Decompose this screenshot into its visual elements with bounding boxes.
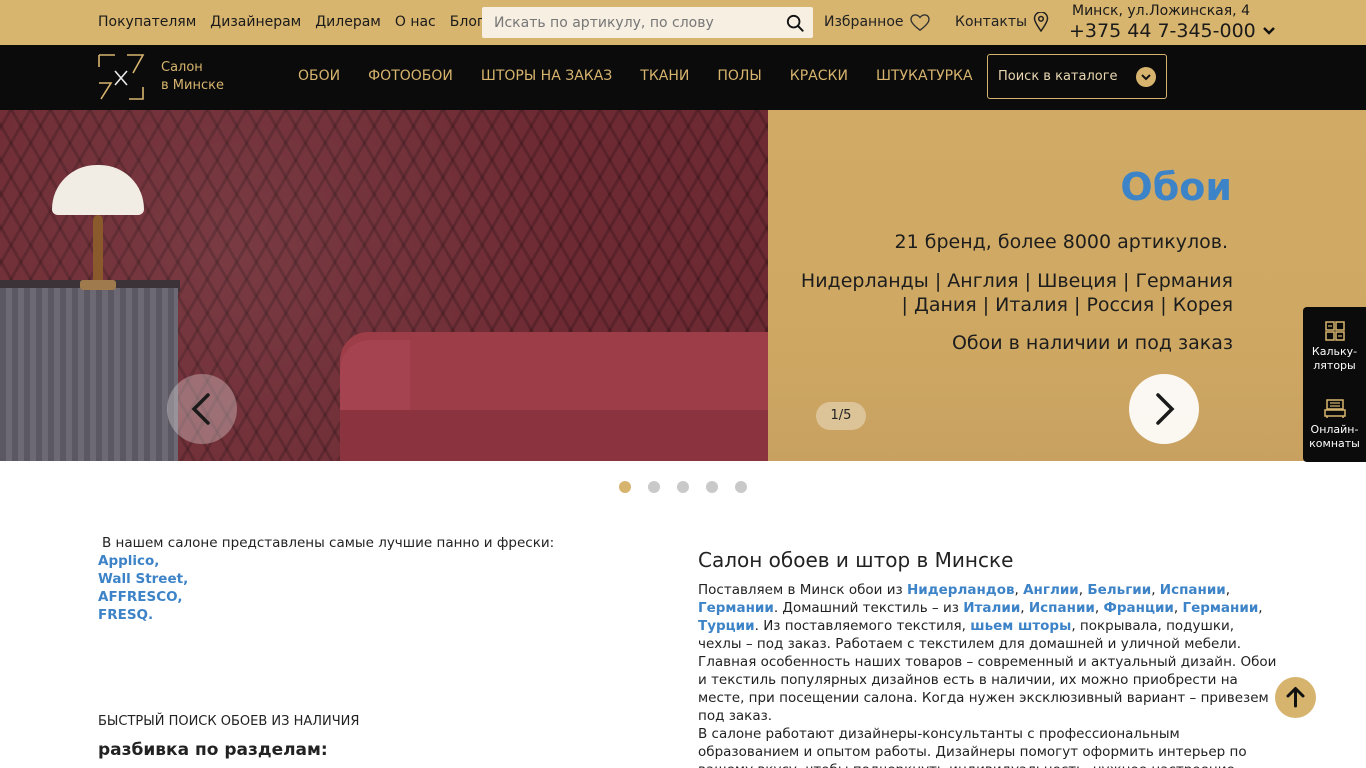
brand-link-wall-street[interactable]: Wall Street, xyxy=(98,570,554,588)
slider-dot-5[interactable] xyxy=(735,481,747,493)
phone-dropdown[interactable]: +375 44 7-345-000 xyxy=(1069,20,1276,42)
favorites-link[interactable]: Избранное xyxy=(824,12,931,32)
arrow-up-icon xyxy=(1286,687,1305,708)
textile-link-turkey[interactable]: Турции xyxy=(698,618,755,634)
salon-line-1: Салон xyxy=(161,60,203,75)
main-nav: ОБОИ ФОТООБОИ ШТОРЫ НА ЗАКАЗ ТКАНИ ПОЛЫ … xyxy=(298,68,973,84)
top-bar: Покупателям Дизайнерам Дилерам О нас Бло… xyxy=(0,0,1366,45)
country-link-netherlands[interactable]: Нидерландов xyxy=(907,582,1015,598)
brand-link-applico[interactable]: Applico, xyxy=(98,552,554,570)
textile-link-france[interactable]: Франции xyxy=(1103,600,1173,616)
top-link-buyers[interactable]: Покупателям xyxy=(98,14,196,30)
nav-item-photo-wallpaper[interactable]: ФОТООБОИ xyxy=(368,68,453,84)
nav-item-paints[interactable]: КРАСКИ xyxy=(790,68,848,84)
search-icon[interactable] xyxy=(786,14,804,32)
address-text: Минск, ул.Ложинская, 4 xyxy=(1072,3,1250,19)
lamp-base xyxy=(80,280,116,290)
slider-dots xyxy=(619,481,747,493)
slide-counter: 1/5 xyxy=(816,402,866,430)
hero-title: Обои xyxy=(1120,165,1232,209)
heart-icon xyxy=(909,14,930,32)
top-link-blog[interactable]: Блог xyxy=(450,14,484,30)
nav-item-wallpaper[interactable]: ОБОИ xyxy=(298,68,340,84)
catalog-dropdown-button[interactable] xyxy=(1136,67,1156,87)
calculators-label-1: Кальку- xyxy=(1311,345,1358,358)
hero-brands-text: 21 бренд, более 8000 артикулов. xyxy=(894,231,1228,253)
cabinet xyxy=(0,288,178,461)
top-link-about[interactable]: О нас xyxy=(395,14,436,30)
slider-dot-2[interactable] xyxy=(648,481,660,493)
lamp-shade xyxy=(52,165,144,215)
top-link-designers[interactable]: Дизайнерам xyxy=(210,14,301,30)
article-p3: В салоне работают дизайнеры-консультанты… xyxy=(698,726,1247,768)
article-p1-sew-pre: . Из поставляемого текстиля, xyxy=(754,618,971,634)
logo-icon[interactable] xyxy=(97,53,145,101)
panels-intro: В нашем салоне представлены самые лучшие… xyxy=(98,534,554,624)
article-title: Салон обоев и штор в Минске xyxy=(698,548,1014,572)
country-link-england[interactable]: Англии xyxy=(1023,582,1079,598)
catalog-search-dropdown[interactable]: Поиск в каталоге xyxy=(987,54,1167,99)
nav-item-floors[interactable]: ПОЛЫ xyxy=(717,68,761,84)
panels-intro-text: В нашем салоне представлены самые лучшие… xyxy=(102,535,555,551)
country-link-germany[interactable]: Германии xyxy=(698,600,774,616)
lamp-stem xyxy=(93,215,103,285)
chevron-down-icon xyxy=(1141,74,1151,81)
quick-search-heading: БЫСТРЫЙ ПОИСК ОБОЕВ ИЗ НАЛИЧИЯ xyxy=(98,714,360,729)
sofa-seat xyxy=(340,410,768,461)
search-input[interactable] xyxy=(482,7,772,38)
country-link-belgium[interactable]: Бельгии xyxy=(1087,582,1151,598)
top-links: Покупателям Дизайнерам Дилерам О нас Бло… xyxy=(98,14,484,30)
back-to-top-button[interactable] xyxy=(1275,677,1316,718)
catalog-search-label: Поиск в каталоге xyxy=(998,69,1118,84)
chevron-left-icon xyxy=(191,393,210,425)
hero-countries-text: Нидерланды | Англия | Швеция | Германия … xyxy=(800,270,1233,316)
salon-caption: Салон в Минске xyxy=(161,59,224,95)
online-rooms-button[interactable]: Онлайн- комнаты xyxy=(1303,399,1366,451)
sections-subtitle: разбивка по разделам: xyxy=(98,740,328,760)
textile-link-spain[interactable]: Испании xyxy=(1029,600,1095,616)
article-p1-start: Поставляем в Минск обои из xyxy=(698,582,907,598)
calculators-label-2: ляторы xyxy=(1313,359,1356,372)
nav-item-curtains[interactable]: ШТОРЫ НА ЗАКАЗ xyxy=(481,68,612,84)
contacts-link[interactable]: Контакты xyxy=(955,12,1049,32)
favorites-label: Избранное xyxy=(824,14,904,30)
slider-dot-3[interactable] xyxy=(677,481,689,493)
article-p1-mid: . Домашний текстиль – из xyxy=(773,600,964,616)
phone-number: +375 44 7-345-000 xyxy=(1069,20,1256,42)
chevron-right-icon xyxy=(1156,393,1175,425)
slider-dot-1[interactable] xyxy=(619,481,631,493)
chevron-down-icon xyxy=(1262,27,1275,35)
article-text: Поставляем в Минск обои из Нидерландов, … xyxy=(698,581,1278,768)
online-rooms-label-1: Онлайн- xyxy=(1310,423,1359,436)
search-box xyxy=(482,7,813,38)
floating-tools-panel: Кальку- ляторы Онлайн- комнаты xyxy=(1303,307,1366,462)
contacts-label: Контакты xyxy=(955,14,1028,30)
calculator-icon xyxy=(1324,321,1345,341)
textile-link-italy[interactable]: Италии xyxy=(963,600,1020,616)
room-icon xyxy=(1323,399,1346,418)
online-rooms-label-2: комнаты xyxy=(1309,437,1360,450)
article-p2: Главная особенность наших товаров – совр… xyxy=(698,654,1277,724)
map-pin-icon xyxy=(1033,12,1049,32)
slider-prev-button[interactable] xyxy=(167,374,237,444)
hero-availability-text: Обои в наличии и под заказ xyxy=(951,332,1233,354)
country-link-spain[interactable]: Испании xyxy=(1160,582,1226,598)
main-nav-bar: Салон в Минске ОБОИ ФОТООБОИ ШТОРЫ НА ЗА… xyxy=(0,45,1366,110)
nav-item-plaster[interactable]: ШТУКАТУРКА xyxy=(876,68,973,84)
curtains-sewing-link[interactable]: шьем шторы xyxy=(970,618,1071,634)
slider-dot-4[interactable] xyxy=(706,481,718,493)
salon-line-2: в Минске xyxy=(161,78,224,93)
nav-item-fabrics[interactable]: ТКАНИ xyxy=(640,68,689,84)
calculators-button[interactable]: Кальку- ляторы xyxy=(1303,321,1366,373)
textile-link-germany[interactable]: Германии xyxy=(1182,600,1258,616)
top-link-dealers[interactable]: Дилерам xyxy=(315,14,381,30)
hero-image xyxy=(0,110,768,461)
slider-next-button[interactable] xyxy=(1129,374,1199,444)
brand-link-affresco[interactable]: AFFRESCO, xyxy=(98,588,554,606)
brand-link-fresq[interactable]: FRESQ. xyxy=(98,606,554,624)
hero-slider: Обои 21 бренд, более 8000 артикулов. Нид… xyxy=(0,110,1366,461)
